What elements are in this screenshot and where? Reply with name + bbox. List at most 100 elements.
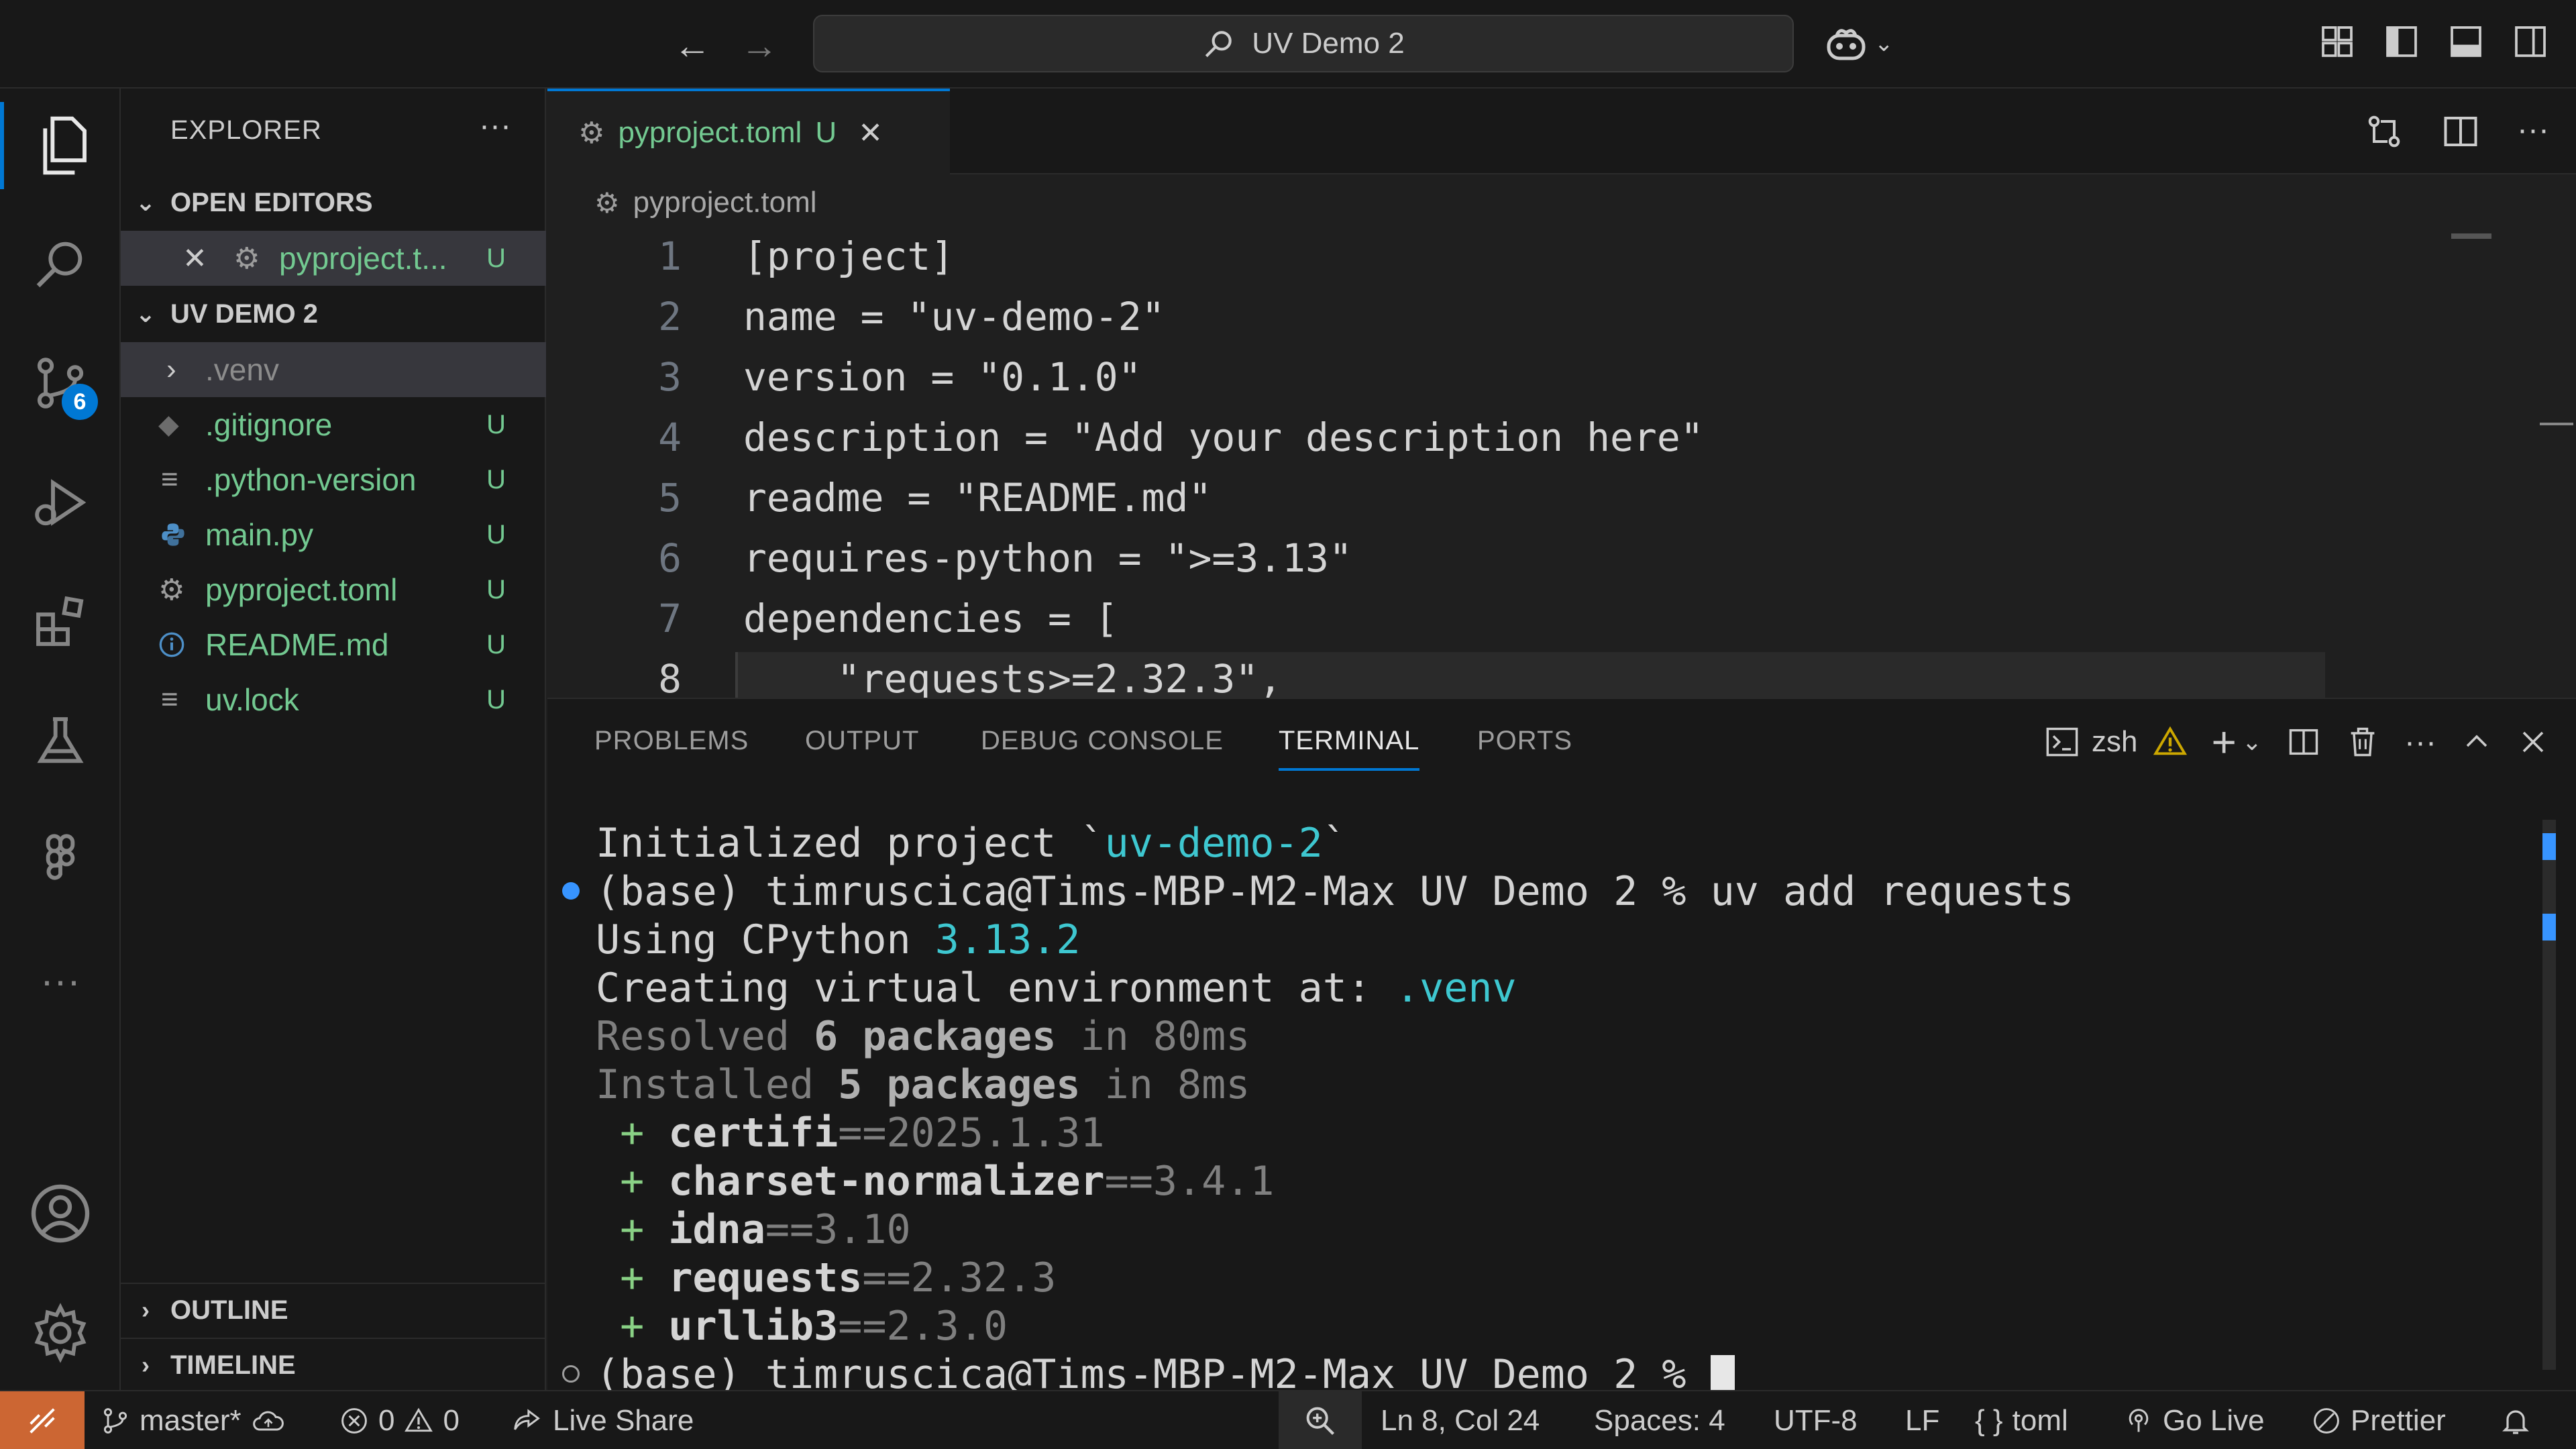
back-arrow-icon[interactable]: ← [671,24,714,67]
command-pending-dot[interactable] [562,1365,580,1383]
workspace-label: UV DEMO 2 [170,299,319,329]
shell-name[interactable]: zsh [2092,725,2137,759]
terminal-scrollbar[interactable] [2542,820,2556,1370]
close-icon[interactable]: ✕ [858,116,883,150]
trash-icon[interactable] [2345,724,2380,759]
command-success-dot[interactable] [562,882,580,900]
more-icon[interactable]: ··· [0,936,121,1024]
close-icon[interactable]: ✕ [182,241,207,276]
breadcrumb[interactable]: ⚙ pyproject.toml [547,176,817,229]
chevron-up-icon[interactable] [2461,726,2493,758]
forward-arrow-icon[interactable]: → [738,24,781,67]
chevron-down-icon[interactable]: ⌄ [2242,728,2262,756]
line-number: 4 [658,415,682,460]
end-of-line[interactable]: LF [1905,1391,1939,1449]
package-line: + idna==3.10 [620,1206,911,1253]
language-mode[interactable]: { } toml [1975,1391,2068,1449]
more-actions-icon[interactable]: ··· [2517,111,2549,152]
line-number: 7 [658,596,682,641]
minimap[interactable] [2449,228,2576,698]
tree-item-python-version[interactable]: ≡ .python-version U [121,452,546,507]
prettier-button[interactable]: Prettier [2312,1391,2446,1449]
more-actions-icon[interactable]: ··· [2404,724,2436,761]
tree-item-main-py[interactable]: main.py U [121,507,546,562]
code-line: description = "Add your description here… [743,415,1704,460]
breadcrumb-file[interactable]: pyproject.toml [633,186,817,219]
copilot-menu[interactable]: ⌄ [1825,20,1894,67]
manage-gear-icon[interactable] [0,1289,121,1377]
status-badge: U [486,243,506,273]
search-icon[interactable] [0,220,121,307]
status-badge: U [486,519,506,549]
tab-ports[interactable]: PORTS [1477,726,1572,756]
error-count: 0 [378,1404,395,1437]
gear-icon: ⚙ [594,186,620,219]
toggle-primary-sidebar-icon[interactable] [2383,23,2420,60]
tree-item-readme[interactable]: README.md U [121,617,546,672]
source-control-icon[interactable]: 6 [0,339,121,427]
code-line: "requests>=2.32.3", [743,656,1283,699]
tab-problems[interactable]: PROBLEMS [594,726,749,756]
figma-icon[interactable] [0,817,121,904]
branch-indicator[interactable]: master* [101,1391,286,1449]
open-editor-item[interactable]: ✕ ⚙ pyproject.t... U [121,231,546,286]
cursor-position[interactable]: Ln 8, Col 24 [1381,1391,1540,1449]
run-debug-icon[interactable] [0,459,121,546]
split-terminal-icon[interactable] [2286,724,2321,759]
remote-indicator[interactable] [0,1391,85,1449]
line-number: 6 [658,535,682,581]
command-center-label: UV Demo 2 [1252,27,1405,60]
customize-layout-icon[interactable] [2318,23,2356,60]
toggle-secondary-sidebar-icon[interactable] [2512,23,2549,60]
tab-output[interactable]: OUTPUT [805,726,919,756]
toggle-panel-icon[interactable] [2447,23,2485,60]
lines-icon: ≡ [161,683,178,716]
chevron-down-icon: ⌄ [135,300,156,327]
open-changes-icon[interactable] [2364,111,2404,152]
terminal-line: (base) timruscica@Tims-MBP-M2-Max UV Dem… [596,868,2074,915]
accounts-icon[interactable] [0,1170,121,1257]
tree-item-uv-lock[interactable]: ≡ uv.lock U [121,672,546,727]
problems-indicator[interactable]: 0 0 [339,1391,460,1449]
close-icon[interactable] [2517,726,2549,758]
tab-terminal[interactable]: TERMINAL [1279,726,1420,771]
tree-item-label: .venv [205,352,279,387]
tree-item-label: README.md [205,627,389,662]
tree-item-venv[interactable]: › .venv [121,342,546,397]
tab-pyproject[interactable]: ⚙ pyproject.toml U ✕ [547,89,950,174]
git-branch-icon [101,1406,130,1436]
terminal-line: Resolved 6 packages in 80ms [596,1013,1250,1060]
encoding[interactable]: UTF-8 [1774,1391,1858,1449]
extensions-icon[interactable] [0,578,121,665]
indentation[interactable]: Spaces: 4 [1594,1391,1725,1449]
command-center-search[interactable]: UV Demo 2 [813,15,1794,72]
status-badge: U [486,629,506,659]
code-editor[interactable]: 1 [project] 2 name = "uv-demo-2" 3 versi… [547,229,2560,699]
live-share-button[interactable]: Live Share [511,1391,694,1449]
status-bar: master* 0 0 Live Share Ln 8, Col 24 Spac… [0,1390,2576,1449]
editor-tab-bar: ⚙ pyproject.toml U ✕ ··· [547,89,2576,174]
package-line: + requests==2.32.3 [620,1254,1057,1301]
tree-item-pyproject[interactable]: ⚙ pyproject.toml U [121,562,546,617]
explorer-icon[interactable] [0,102,121,189]
tab-debug-console[interactable]: DEBUG CONSOLE [981,726,1224,756]
outline-header[interactable]: › OUTLINE [121,1283,546,1336]
python-icon [160,521,186,548]
testing-icon[interactable] [0,698,121,785]
braces-icon: { } [1975,1404,2003,1437]
warning-icon [2153,724,2188,759]
split-editor-icon[interactable] [2440,111,2481,152]
explorer-more-icon[interactable]: ··· [479,107,511,144]
zoom-button[interactable] [1279,1391,1362,1449]
open-editors-header[interactable]: ⌄ OPEN EDITORS [121,176,546,229]
go-live-button[interactable]: Go Live [2124,1391,2265,1449]
language-label: toml [2012,1404,2068,1437]
new-terminal-icon[interactable]: + [2212,720,2237,763]
tree-item-gitignore[interactable]: ◆ .gitignore U [121,397,546,452]
sync-cloud-icon[interactable] [251,1406,286,1436]
workspace-header[interactable]: ⌄ UV DEMO 2 [121,287,546,341]
terminal-line: Using CPython 3.13.2 [596,916,1081,963]
gear-icon: ⚙ [158,573,185,606]
notifications-bell-icon[interactable] [2500,1391,2532,1449]
timeline-header[interactable]: › TIMELINE [121,1338,546,1391]
